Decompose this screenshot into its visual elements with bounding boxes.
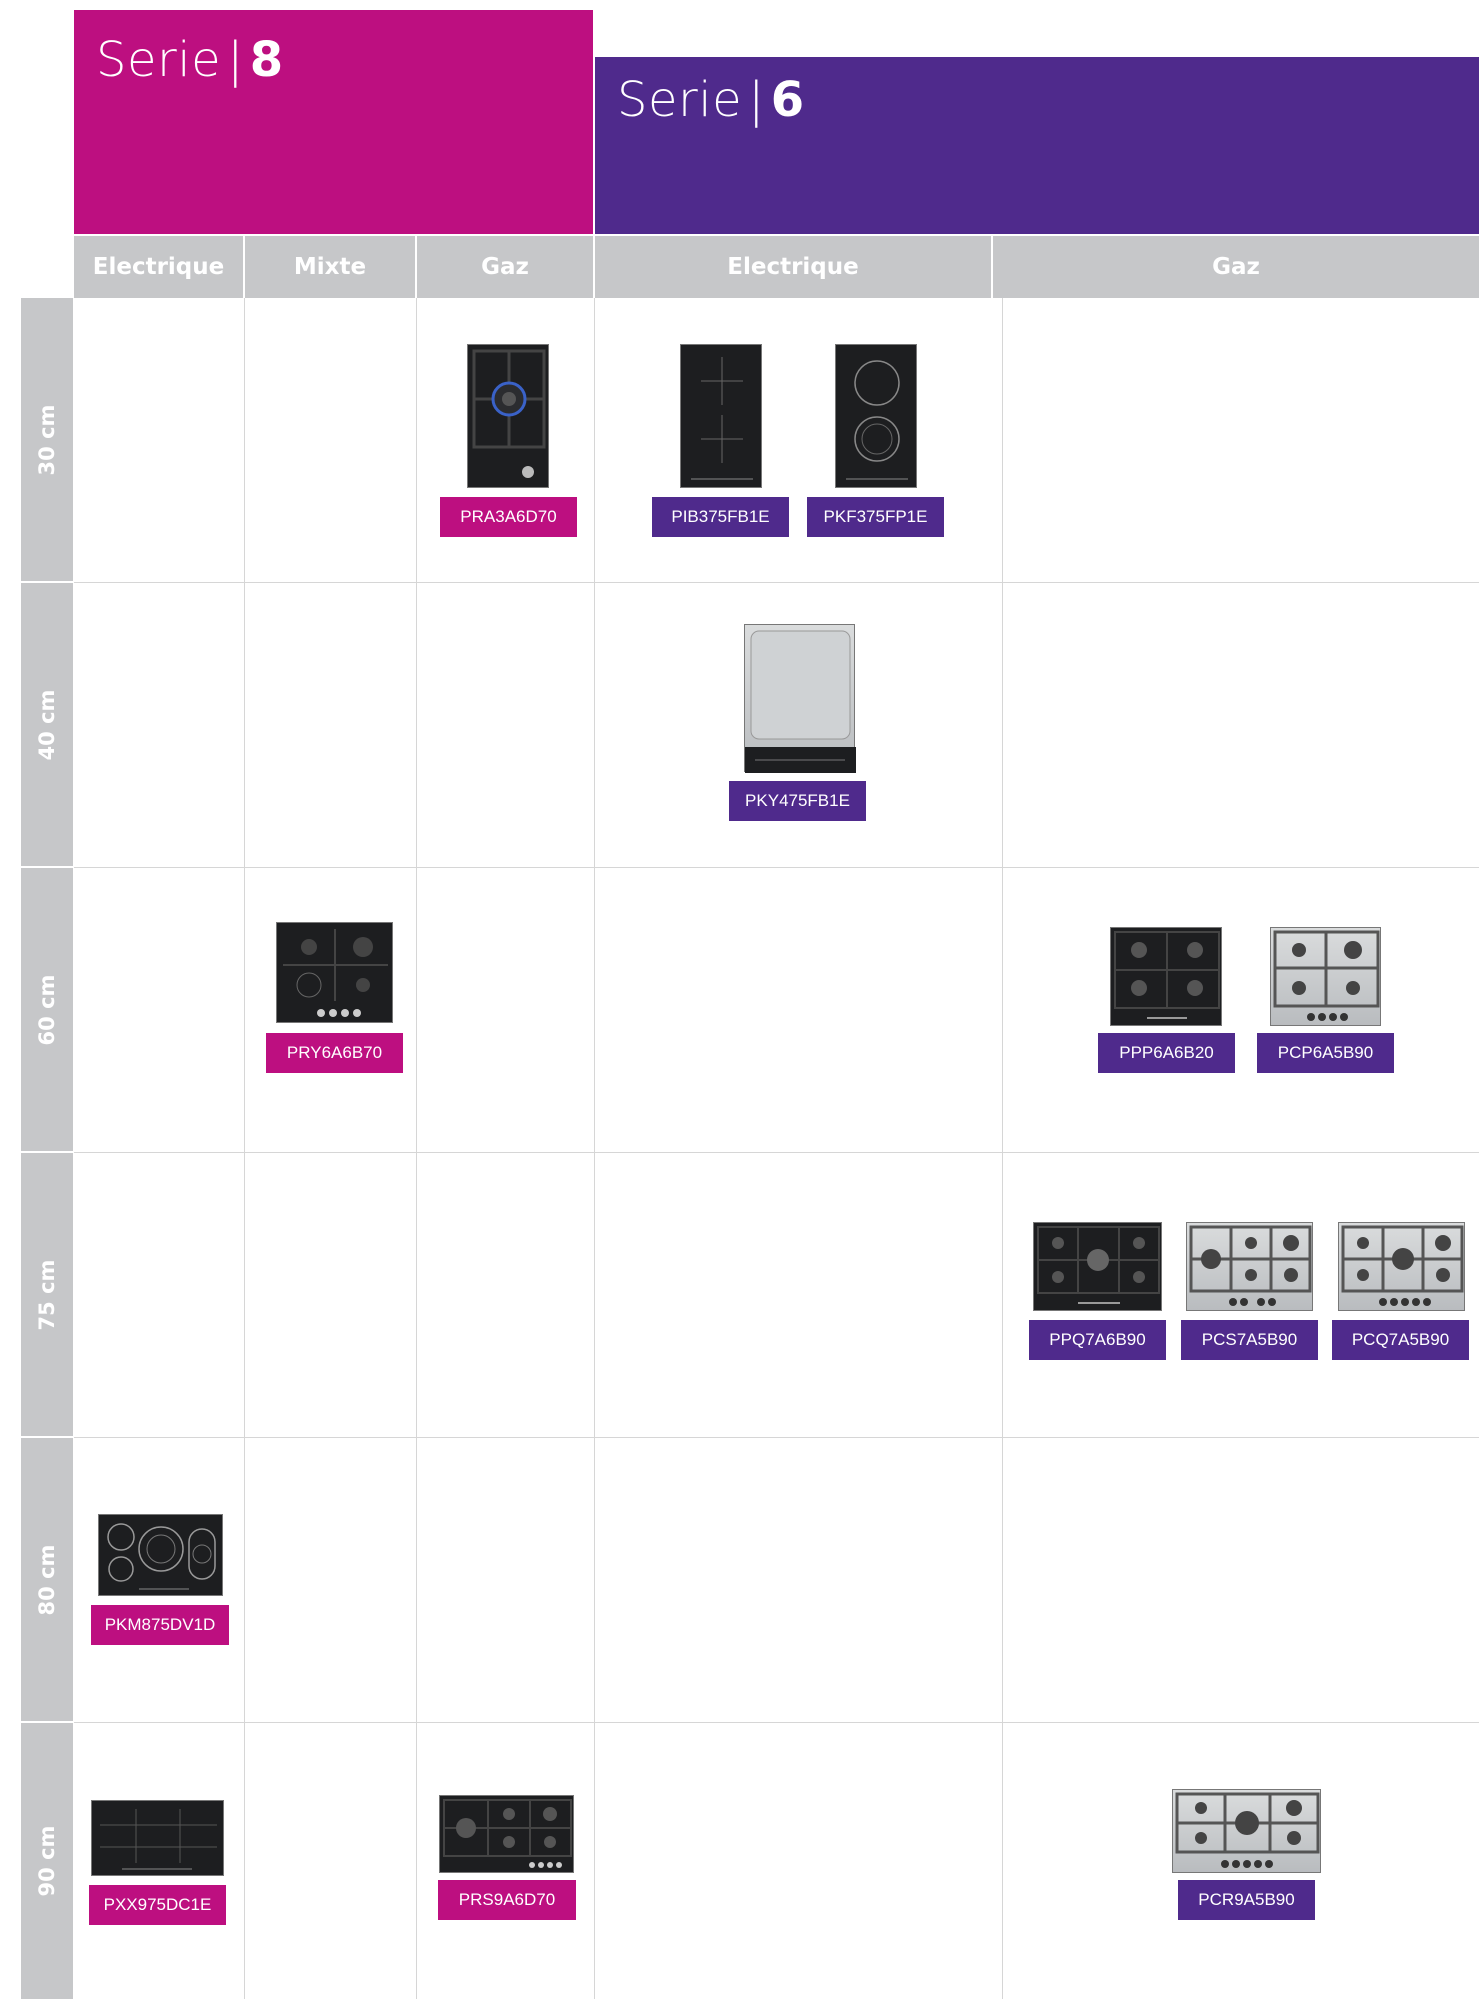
serie-6-prefix: Serie [617,72,743,128]
gas-hob-steel-icon[interactable] [1338,1222,1465,1311]
gas-hob-black-icon[interactable] [439,1795,574,1873]
gas-hob-black-icon[interactable] [1110,927,1222,1026]
row-label-80cm: 80 cm [21,1438,73,1721]
product-PPQ7A6B90[interactable]: PPQ7A6B90 [1029,1320,1166,1360]
row-label-60cm: 60 cm [21,868,73,1151]
product-PKF375FP1E[interactable]: PKF375FP1E [807,497,944,537]
grid-divider [74,1437,1479,1438]
product-PKM875DV1D[interactable]: PKM875DV1D [91,1605,229,1645]
column-header-gaz-serie6: Gaz [993,236,1479,298]
teppanyaki-hob-icon[interactable] [744,624,856,773]
product-PRS9A6D70[interactable]: PRS9A6D70 [438,1880,576,1920]
serie-8-separator: | [227,32,244,88]
gas-hob-steel-icon[interactable] [1172,1789,1321,1873]
row-label-75cm-text: 75 cm [35,1259,59,1330]
column-header-gaz-serie8: Gaz [417,236,593,298]
row-label-60cm-text: 60 cm [35,974,59,1045]
product-PXX975DC1E[interactable]: PXX975DC1E [89,1885,226,1925]
gas-hob-steel-icon[interactable] [1186,1222,1313,1311]
row-label-90cm-text: 90 cm [35,1825,59,1897]
product-PCR9A5B90[interactable]: PCR9A5B90 [1178,1880,1315,1920]
product-PRY6A6B70[interactable]: PRY6A6B70 [266,1033,403,1073]
row-label-90cm: 90 cm [21,1723,73,1999]
serie-6-banner: Serie | 6 [595,57,1479,234]
grid-divider [74,1722,1479,1723]
serie-8-prefix: Serie [96,32,222,88]
ceramic-hob-icon[interactable] [98,1514,223,1596]
grid-divider [1002,298,1003,1999]
product-PCP6A5B90[interactable]: PCP6A5B90 [1257,1033,1394,1073]
row-label-75cm: 75 cm [21,1153,73,1436]
row-label-30cm: 30 cm [21,298,73,581]
product-PKY475FB1E[interactable]: PKY475FB1E [729,781,866,821]
induction-domino-hob-icon[interactable] [680,344,762,488]
gas-hob-steel-icon[interactable] [1270,927,1381,1026]
product-PCQ7A5B90[interactable]: PCQ7A5B90 [1332,1320,1469,1360]
row-label-40cm-text: 40 cm [35,689,59,760]
gas-hob-black-icon[interactable] [1033,1222,1162,1311]
serie-6-number: 6 [770,72,805,128]
product-PPP6A6B20[interactable]: PPP6A6B20 [1098,1033,1235,1073]
serie-8-title: Serie | 8 [96,32,284,88]
grid-divider [594,298,595,1999]
gas-domino-hob-icon[interactable] [467,344,549,488]
ceramic-domino-hob-icon[interactable] [835,344,917,488]
row-label-30cm-text: 30 cm [35,404,59,475]
grid-divider [74,582,1479,583]
serie-6-title: Serie | 6 [617,72,805,128]
column-header-electrique-serie8: Electrique [74,236,243,298]
product-PRA3A6D70[interactable]: PRA3A6D70 [440,497,577,537]
serie-8-banner: Serie | 8 [74,10,593,234]
column-header-mixte-serie8: Mixte [245,236,415,298]
induction-hob-icon[interactable] [91,1800,224,1876]
grid-divider [416,298,417,1999]
row-label-40cm: 40 cm [21,583,73,866]
grid-divider [244,298,245,1999]
serie-8-number: 8 [249,32,284,88]
grid-divider [74,867,1479,868]
serie-6-separator: | [748,72,765,128]
product-PCS7A5B90[interactable]: PCS7A5B90 [1181,1320,1318,1360]
row-label-80cm-text: 80 cm [35,1544,59,1615]
mixed-hob-icon[interactable] [276,922,393,1023]
product-PIB375FB1E[interactable]: PIB375FB1E [652,497,789,537]
grid-divider [74,1152,1479,1153]
column-header-electrique-serie6: Electrique [595,236,991,298]
